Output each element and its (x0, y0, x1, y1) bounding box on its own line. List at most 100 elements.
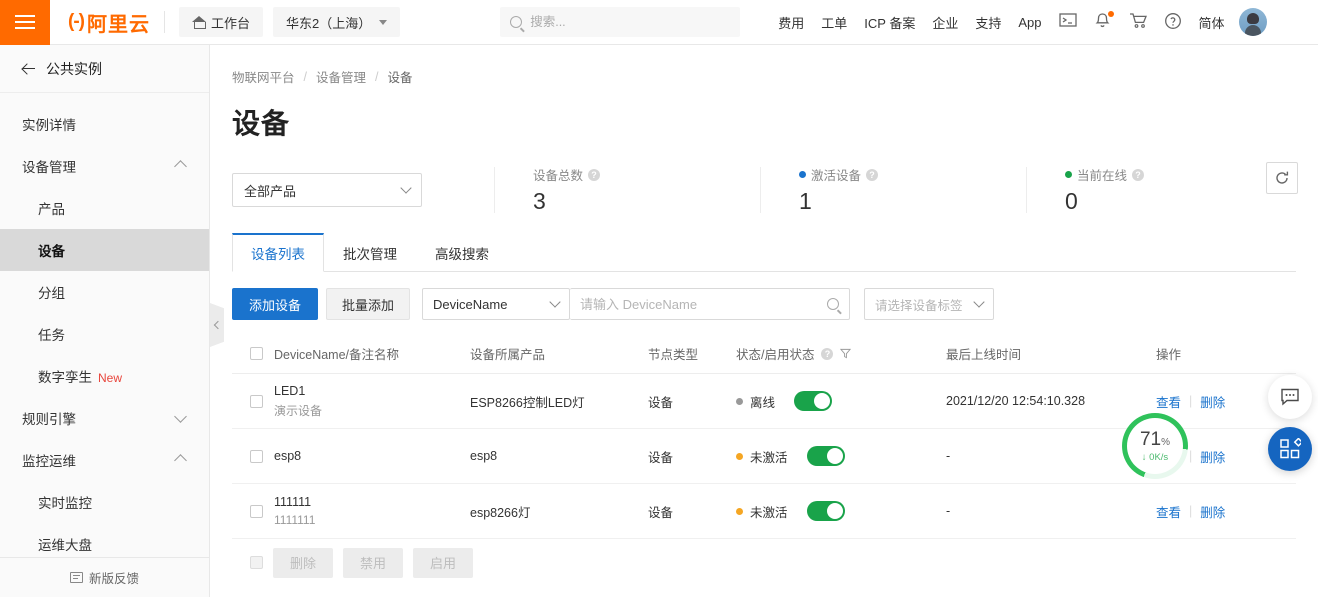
stat-label: 设备总数 (533, 169, 584, 183)
refresh-button[interactable] (1266, 162, 1298, 194)
global-search-input[interactable] (530, 15, 731, 29)
add-device-button[interactable]: 添加设备 (232, 288, 319, 320)
delete-link[interactable]: 删除 (1200, 447, 1225, 466)
delete-link[interactable]: 删除 (1200, 502, 1225, 521)
tab-label: 高级搜索 (435, 247, 489, 262)
product-filter-select[interactable]: 全部产品 (232, 173, 422, 207)
aliyun-logo[interactable]: (-) 阿里云 (68, 8, 150, 37)
chevron-down-icon (549, 296, 561, 308)
delete-link[interactable]: 删除 (1200, 392, 1225, 411)
cart-icon[interactable] (1129, 12, 1149, 32)
stat-total-devices: 设备总数 ? 3 (533, 165, 688, 215)
terminal-icon[interactable] (1058, 12, 1079, 32)
enable-toggle[interactable] (806, 446, 845, 466)
sidebar-back-public-instance[interactable]: 公共实例 (0, 45, 209, 93)
network-widget-content: 71% ↓ 0K/s (1140, 430, 1170, 463)
chevron-down-icon (973, 296, 985, 308)
enable-toggle[interactable] (806, 501, 845, 521)
tab-batch-management[interactable]: 批次管理 (324, 233, 416, 272)
sidebar: 公共实例 实例详情 设备管理 产品 设备 分组 任务 数字孪生 New 规则引擎… (0, 45, 210, 597)
workbench-label: 工作台 (210, 15, 250, 31)
device-search-input[interactable] (580, 296, 816, 312)
apps-grid-icon (1280, 438, 1301, 459)
tab-advanced-search[interactable]: 高级搜索 (416, 233, 508, 272)
help-tooltip-icon[interactable]: ? (821, 347, 834, 360)
arrow-left-icon (22, 62, 36, 76)
user-avatar[interactable] (1238, 8, 1267, 36)
status-label: 未激活 (750, 450, 788, 465)
home-icon (191, 15, 206, 29)
cell-node-type: 设备 (648, 395, 674, 410)
breadcrumb-item-iot-platform[interactable]: 物联网平台 (232, 67, 295, 86)
nav-item-app[interactable]: App (1018, 15, 1041, 30)
chat-fab-button[interactable] (1268, 375, 1312, 419)
global-search[interactable] (500, 7, 741, 37)
nav-item-fee[interactable]: 费用 (778, 13, 804, 32)
help-tooltip-icon[interactable]: ? (588, 168, 601, 181)
row-checkbox[interactable] (250, 394, 263, 408)
help-icon[interactable] (1164, 12, 1184, 32)
bell-icon[interactable] (1094, 11, 1114, 32)
chat-icon (1281, 388, 1299, 406)
stat-label-row: 当前在线 ? (1065, 165, 1220, 184)
stat-label-row: 激活设备 ? (799, 165, 954, 184)
select-all-checkbox[interactable] (250, 347, 263, 360)
network-speed-widget[interactable]: 71% ↓ 0K/s (1122, 413, 1188, 479)
help-tooltip-icon[interactable]: ? (866, 168, 879, 181)
region-selector[interactable]: 华东2（上海） (273, 7, 401, 37)
batch-add-button[interactable]: 批量添加 (326, 288, 411, 320)
row-checkbox[interactable] (250, 504, 263, 518)
language-selector[interactable]: 简体 (1199, 13, 1225, 32)
sidebar-item-label: 规则引擎 (22, 412, 76, 427)
search-field-select[interactable]: DeviceName (422, 288, 571, 320)
device-tag-select[interactable]: 请选择设备标签 (864, 288, 995, 320)
nav-item-ticket[interactable]: 工单 (821, 13, 847, 32)
sidebar-item-realtime-monitor[interactable]: 实时监控 (0, 481, 209, 523)
device-name[interactable]: esp8 (274, 449, 470, 463)
stat-value: 1 (799, 188, 812, 214)
menu-toggle-button[interactable] (0, 0, 50, 45)
sidebar-item-tasks[interactable]: 任务 (0, 313, 209, 355)
row-checkbox[interactable] (250, 449, 263, 463)
sidebar-group-monitoring[interactable]: 监控运维 (0, 439, 209, 481)
apps-grid-fab-button[interactable] (1268, 427, 1312, 471)
filter-icon[interactable] (840, 348, 852, 359)
search-icon[interactable] (827, 298, 840, 310)
hamburger-bar (15, 27, 35, 29)
sidebar-item-instance-detail[interactable]: 实例详情 (0, 103, 209, 145)
device-name[interactable]: LED1 (274, 384, 470, 398)
sidebar-item-devices[interactable]: 设备 (0, 229, 209, 271)
bulk-disable-button[interactable]: 禁用 (343, 547, 404, 578)
nav-item-support[interactable]: 支持 (975, 13, 1001, 32)
sidebar-group-rule-engine[interactable]: 规则引擎 (0, 397, 209, 439)
device-search-box[interactable] (570, 288, 851, 320)
bulk-select-checkbox[interactable] (250, 556, 263, 569)
enable-toggle[interactable] (794, 391, 833, 411)
view-link[interactable]: 查看 (1156, 502, 1181, 521)
bulk-enable-button[interactable]: 启用 (413, 547, 474, 578)
sidebar-item-products[interactable]: 产品 (0, 187, 209, 229)
notification-badge (1107, 11, 1114, 17)
sidebar-item-digital-twin[interactable]: 数字孪生 New (0, 355, 209, 397)
column-header-product: 设备所属产品 (470, 348, 546, 362)
cell-status: 未激活 (736, 446, 946, 466)
nav-item-icp[interactable]: ICP 备案 (864, 13, 915, 32)
bulk-action-bar: 删除 禁用 启用 (232, 539, 1296, 587)
sidebar-feedback-button[interactable]: 新版反馈 (0, 557, 209, 597)
sidebar-group-device-management[interactable]: 设备管理 (0, 145, 209, 187)
breadcrumb-item-device-management[interactable]: 设备管理 (316, 67, 366, 86)
sidebar-item-groups[interactable]: 分组 (0, 271, 209, 313)
nav-item-enterprise[interactable]: 企业 (932, 13, 958, 32)
tab-device-list[interactable]: 设备列表 (232, 233, 324, 272)
chevron-down-icon (174, 409, 187, 423)
table-row[interactable]: 111111 1111111 esp8266灯 设备 未激活 - 查看 | 删除 (232, 484, 1296, 539)
action-separator: | (1189, 394, 1193, 408)
device-name[interactable]: 111111 (274, 495, 470, 509)
sidebar-collapse-handle[interactable] (210, 303, 224, 347)
workbench-button[interactable]: 工作台 (178, 7, 263, 37)
stat-value: 0 (1065, 188, 1078, 214)
help-tooltip-icon[interactable]: ? (1132, 168, 1145, 181)
stats-divider (1026, 167, 1027, 213)
bulk-delete-button[interactable]: 删除 (273, 547, 334, 578)
view-link[interactable]: 查看 (1156, 392, 1181, 411)
